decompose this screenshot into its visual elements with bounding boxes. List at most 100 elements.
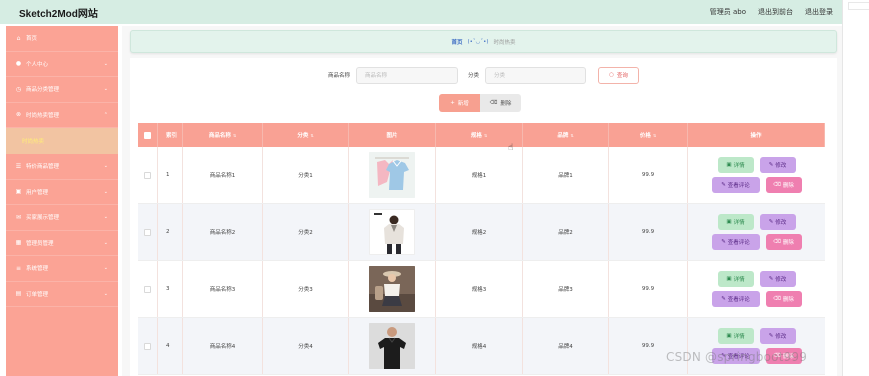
- row-brand: 品牌3: [523, 261, 609, 317]
- add-button[interactable]: + 新增: [439, 94, 480, 112]
- col-name[interactable]: 商品名称 ⇅: [183, 123, 263, 147]
- breadcrumb-current: 时尚热卖: [493, 39, 516, 46]
- sidebar-item-profile[interactable]: ● 个人中心 ⌄: [6, 52, 118, 77]
- row-checkbox[interactable]: [144, 342, 151, 350]
- chevron-down-icon: ⌄: [103, 290, 108, 297]
- table-row: 2 商品名称2 分类2 规格2 品牌2 99.9 ▣ 详情 ✎ 修改 ✎ 查看评…: [138, 204, 825, 261]
- chevron-down-icon: ⌄: [103, 188, 108, 195]
- row-checkbox[interactable]: [144, 171, 151, 179]
- chevron-down-icon: ⌄: [103, 214, 108, 221]
- row-actions: ▣ 详情 ✎ 修改 ✎ 查看评论 ⌫ 删除: [688, 147, 825, 203]
- category-input[interactable]: 分类: [485, 66, 587, 84]
- sort-icon: ⇅: [570, 132, 574, 138]
- top-nav: 管理员 abo 退出到前台 退出登录: [710, 7, 833, 17]
- pencil-icon: ✎: [721, 296, 726, 302]
- list-panel: 商品名称 商品名称 分类 分类 ○ 查询 + 新增 ⌫ 删除 索引 商品名称 ⇅…: [130, 58, 837, 376]
- col-image-label: 图片: [386, 133, 398, 139]
- back-to-front-link[interactable]: 退出到前台: [758, 7, 793, 17]
- sidebar-subitem-hot[interactable]: 时尚热卖: [6, 128, 118, 154]
- pencil-icon: ✎: [721, 239, 726, 245]
- sidebar-item-system[interactable]: ≡ 系统管理 ⌄: [6, 256, 118, 282]
- edit-button[interactable]: ✎ 修改: [759, 214, 796, 230]
- sidebar-item-label: 用户管理: [26, 189, 49, 196]
- doc-icon: ▣: [726, 276, 732, 282]
- row-name: 商品名称2: [183, 204, 263, 260]
- row-category: 分类1: [263, 147, 349, 203]
- delete-label: 删除: [782, 240, 794, 246]
- view-reviews-button[interactable]: ✎ 查看评论: [711, 177, 760, 193]
- select-all-checkbox[interactable]: [144, 131, 151, 139]
- sidebar-item-label: 买家展示管理: [26, 215, 60, 222]
- detail-label: 详情: [733, 163, 745, 169]
- delete-button[interactable]: ⌫ 删除: [765, 234, 802, 250]
- row-spec: 规格2: [436, 204, 523, 260]
- detail-button[interactable]: ▣ 详情: [717, 157, 754, 173]
- product-image[interactable]: [369, 152, 415, 198]
- row-check-cell: [138, 204, 158, 260]
- table-header: 索引 商品名称 ⇅ 分类 ⇅ 图片 规格 ⇅ 品牌 ⇅ 价格 ⇅ 操作: [138, 123, 825, 147]
- delete-button[interactable]: ⌫ 删除: [765, 177, 802, 193]
- logout-link[interactable]: 退出登录: [805, 7, 833, 17]
- row-index: 2: [158, 204, 183, 260]
- product-image[interactable]: [369, 266, 415, 312]
- top-bar: Sketch2Mod网站 管理员 abo 退出到前台 退出登录: [0, 0, 842, 24]
- trash-icon: ⌫: [773, 182, 781, 188]
- col-image: 图片: [349, 123, 436, 147]
- query-button[interactable]: ○ 查询: [598, 66, 640, 84]
- batch-delete-button[interactable]: ⌫ 删除: [480, 94, 521, 112]
- sidebar-item-buyer-show[interactable]: ✉ 买家展示管理 ⌄: [6, 205, 118, 231]
- col-brand-label: 品牌: [557, 133, 569, 139]
- list-icon: ☰: [15, 162, 22, 170]
- edit-button[interactable]: ✎ 修改: [759, 157, 796, 173]
- col-category[interactable]: 分类 ⇅: [263, 123, 349, 147]
- col-ops-label: 操作: [750, 133, 762, 139]
- sidebar-subitem-label: 时尚热卖: [22, 139, 45, 145]
- product-table: 索引 商品名称 ⇅ 分类 ⇅ 图片 规格 ⇅ 品牌 ⇅ 价格 ⇅ 操作 1 商品名称1 分…: [138, 123, 825, 375]
- sidebar-item-label: 首页: [26, 36, 38, 43]
- chevron-down-icon: ⌄: [103, 239, 108, 246]
- breadcrumb-home[interactable]: 首页: [451, 38, 462, 46]
- trash-icon: ⌫: [773, 296, 781, 302]
- product-image[interactable]: [369, 323, 415, 369]
- row-check-cell: [138, 318, 158, 374]
- delete-button[interactable]: ⌫ 删除: [765, 291, 802, 307]
- detail-button[interactable]: ▣ 详情: [717, 214, 754, 230]
- detail-button[interactable]: ▣ 详情: [717, 271, 754, 287]
- sidebar-item-hot-mgmt[interactable]: ⊗ 时尚热卖管理 ⌃: [6, 103, 118, 128]
- view-reviews-button[interactable]: ✎ 查看评论: [711, 234, 760, 250]
- menu-icon: ≡: [15, 264, 22, 272]
- breadcrumb-face: (•ˇ◡ˇ•): [467, 38, 489, 45]
- detail-button[interactable]: ▣ 详情: [717, 328, 754, 344]
- row-name: 商品名称3: [183, 261, 263, 317]
- pencil-icon: ✎: [721, 182, 726, 188]
- sidebar-item-orders[interactable]: ▤ 订单管理 ⌄: [6, 282, 118, 307]
- row-price: 99.9: [609, 147, 688, 203]
- row-actions: ▣ 详情 ✎ 修改 ✎ 查看评论 ⌫ 删除: [688, 318, 825, 374]
- row-index: 3: [158, 261, 183, 317]
- row-checkbox[interactable]: [144, 285, 151, 293]
- view-reviews-button[interactable]: ✎ 查看评论: [711, 291, 760, 307]
- name-input[interactable]: 商品名称: [356, 66, 458, 84]
- sidebar-item-admin-mgmt[interactable]: ▦ 管理员管理 ⌄: [6, 231, 118, 256]
- sidebar-item-special-mgmt[interactable]: ☰ 特价商品管理 ⌄: [6, 154, 118, 180]
- row-price: 99.9: [609, 204, 688, 260]
- product-image[interactable]: [369, 209, 415, 255]
- edge-frame: [848, 2, 869, 10]
- row-image-cell: [349, 147, 436, 203]
- plus-icon: +: [450, 100, 455, 106]
- category-label: 分类: [468, 73, 480, 79]
- sidebar-item-category-mgmt[interactable]: ◷ 商品分类管理 ⌄: [6, 77, 118, 103]
- col-price[interactable]: 价格 ⇅: [609, 123, 688, 147]
- row-checkbox[interactable]: [144, 228, 151, 236]
- sidebar-item-home[interactable]: ⌂ 首页: [6, 26, 118, 52]
- row-spec: 规格4: [436, 318, 523, 374]
- chevron-up-icon: ⌃: [103, 111, 108, 118]
- admin-label: 管理员 abo: [709, 8, 746, 16]
- edit-button[interactable]: ✎ 修改: [759, 328, 796, 344]
- row-check-cell: [138, 261, 158, 317]
- col-brand[interactable]: 品牌 ⇅: [523, 123, 609, 147]
- sidebar-item-user-mgmt[interactable]: ▣ 用户管理 ⌄: [6, 180, 118, 205]
- edit-button[interactable]: ✎ 修改: [759, 271, 796, 287]
- sidebar-item-label: 管理员管理: [26, 240, 54, 247]
- delete-label: 删除: [782, 183, 794, 189]
